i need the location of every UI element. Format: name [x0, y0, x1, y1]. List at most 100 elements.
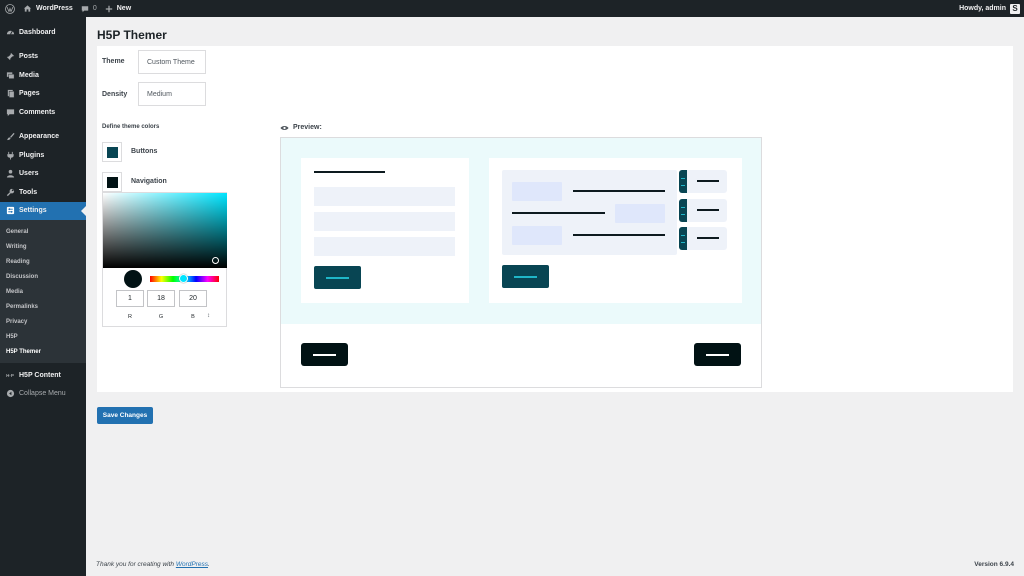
hue-slider-handle[interactable]: [179, 274, 188, 283]
themer-panel: Theme Custom Theme Density Medium Define…: [97, 46, 1013, 392]
preview-draggable: [679, 227, 727, 250]
site-name: WordPress: [36, 5, 73, 12]
green-label: G: [158, 314, 164, 320]
plus-icon: [105, 5, 112, 12]
preview-draggable: [679, 199, 727, 222]
sidebar-item-pages[interactable]: Pages: [0, 85, 86, 104]
navigation-color-label: Navigation: [131, 178, 167, 185]
theme-select[interactable]: Custom Theme: [138, 50, 206, 74]
submenu-item-writing[interactable]: Writing: [0, 239, 86, 254]
submenu-item-discussion[interactable]: Discussion: [0, 269, 86, 284]
admin-sidebar: Dashboard Posts Media Pages Comments App…: [0, 17, 86, 576]
red-input[interactable]: 1: [116, 290, 144, 307]
settings-icon: [5, 206, 15, 216]
submenu-item-h5p-themer[interactable]: H5P Themer: [0, 344, 86, 359]
preview-text-line: [512, 212, 605, 214]
comments-link[interactable]: 0: [77, 0, 101, 17]
dashboard-icon: [5, 27, 15, 37]
sidebar-item-plugins[interactable]: Plugins: [0, 146, 86, 165]
sidebar-item-label: Users: [19, 170, 39, 178]
comment-icon: [5, 107, 15, 117]
avatar: S: [1010, 3, 1020, 14]
collapse-label: Collapse Menu: [19, 390, 66, 398]
preview-field: [314, 212, 455, 231]
density-select[interactable]: Medium: [138, 82, 206, 106]
sidebar-item-label: Media: [19, 71, 39, 79]
user-icon: [5, 169, 15, 179]
plug-icon: [5, 150, 15, 160]
buttons-color-swatch[interactable]: [102, 142, 122, 162]
sidebar-item-comments[interactable]: Comments: [0, 103, 86, 122]
navigation-color-chip: [106, 176, 118, 188]
sidebar-item-label: Pages: [19, 90, 40, 98]
color-mode-toggle[interactable]: ↕: [207, 313, 210, 319]
preview-drop-zone: [615, 204, 665, 223]
sidebar-item-media[interactable]: Media: [0, 66, 86, 85]
page-icon: [5, 89, 15, 99]
submenu-item-h5p[interactable]: H5P: [0, 329, 86, 344]
preview-nav-prev-button: [301, 343, 348, 366]
green-input[interactable]: 18: [147, 290, 175, 307]
collapse-menu-button[interactable]: Collapse Menu: [0, 385, 86, 404]
new-label: New: [116, 5, 132, 12]
footer-version: Version 6.9.4: [974, 561, 1014, 568]
preview-label: Preview:: [280, 124, 322, 131]
eye-icon: [280, 125, 289, 130]
current-color-preview: [124, 270, 142, 288]
preview-label-text: Preview:: [293, 124, 322, 131]
preview-text-line: [573, 234, 665, 236]
buttons-color-label: Buttons: [131, 148, 158, 155]
theme-label: Theme: [102, 58, 125, 65]
footer-thanks-end: .: [208, 561, 210, 568]
preview-button: [314, 266, 361, 289]
preview-draggable: [679, 170, 727, 193]
collapse-icon: [5, 389, 15, 399]
submenu-item-media[interactable]: Media: [0, 284, 86, 299]
sidebar-item-users[interactable]: Users: [0, 165, 86, 184]
site-name-link[interactable]: WordPress: [19, 0, 77, 17]
density-label: Density: [102, 91, 128, 98]
sidebar-item-label: Comments: [19, 108, 56, 116]
wordpress-logo-icon[interactable]: [0, 0, 19, 17]
blue-input[interactable]: 20: [179, 290, 207, 307]
submenu-item-privacy[interactable]: Privacy: [0, 314, 86, 329]
preview-text-line: [573, 190, 665, 192]
sidebar-item-label: Plugins: [19, 151, 45, 159]
sidebar-item-tools[interactable]: Tools: [0, 183, 86, 202]
sidebar-item-dashboard[interactable]: Dashboard: [0, 23, 86, 42]
comment-icon: [81, 5, 89, 12]
theme-preview: [280, 137, 762, 388]
navigation-color-swatch[interactable]: [102, 172, 122, 192]
preview-field: [314, 187, 455, 206]
preview-card-right: [489, 158, 742, 303]
h5p-icon: H·P: [6, 372, 14, 378]
media-icon: [5, 70, 15, 80]
my-account-link[interactable]: Howdy, admin S: [955, 0, 1024, 17]
sidebar-item-label: Tools: [19, 188, 38, 196]
saturation-cursor[interactable]: [212, 257, 219, 264]
color-picker: 1 18 20 R G B ↕: [102, 192, 227, 327]
sidebar-item-h5p-content[interactable]: H·P H5P Content: [0, 366, 86, 385]
sidebar-item-settings[interactable]: Settings: [0, 201, 86, 220]
preview-field: [314, 237, 455, 256]
preview-title-line: [314, 171, 385, 173]
page-title: H5P Themer: [97, 28, 167, 42]
submenu-item-permalinks[interactable]: Permalinks: [0, 299, 86, 314]
brush-icon: [5, 132, 15, 142]
saturation-area[interactable]: [103, 193, 227, 268]
preview-drop-zone: [512, 226, 562, 245]
wordpress-link[interactable]: WordPress: [176, 561, 208, 568]
howdy-text: Howdy, admin: [959, 5, 1006, 12]
buttons-color-chip: [106, 146, 118, 158]
sidebar-item-label: Settings: [19, 207, 47, 215]
admin-bar: WordPress 0 New Howdy, admin S: [0, 0, 1024, 17]
settings-submenu: General Writing Reading Discussion Media…: [0, 220, 86, 363]
red-label: R: [128, 314, 132, 320]
save-changes-button[interactable]: Save Changes: [97, 407, 153, 424]
preview-card-left: [301, 158, 469, 303]
new-content-link[interactable]: New: [101, 0, 135, 17]
sidebar-item-appearance[interactable]: Appearance: [0, 128, 86, 147]
submenu-item-reading[interactable]: Reading: [0, 254, 86, 269]
sidebar-item-posts[interactable]: Posts: [0, 48, 86, 67]
submenu-item-general[interactable]: General: [0, 224, 86, 239]
